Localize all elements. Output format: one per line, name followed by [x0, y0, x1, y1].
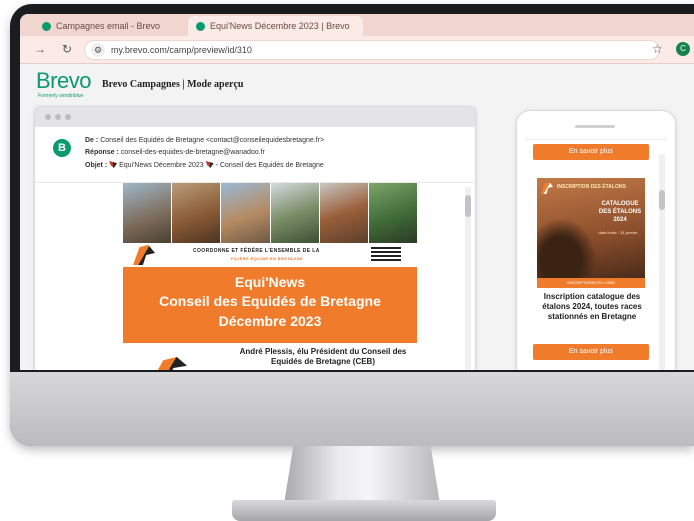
from-label: De :: [85, 137, 99, 144]
forward-arrow-icon[interactable]: →: [34, 42, 46, 56]
scrollbar-thumb[interactable]: [659, 190, 665, 210]
subject-suffix: - Conseil des Equidés de Bretagne: [215, 162, 324, 169]
email-body: COORDONNE ET FÉDÈRE L'ENSEMBLE DE LA FIL…: [123, 183, 418, 370]
reply-label: Réponse :: [85, 149, 119, 156]
mobile-screen: En savoir plus INSCRIPTION DES ÉTALONS C…: [525, 139, 667, 370]
brevo-favicon-icon: [196, 22, 205, 31]
catalogue-title: CATALOGUE DES ÉTALONS 2024: [598, 201, 642, 223]
browser-tab-strip: Campagnes email - Brevo Equi'News Décemb…: [20, 14, 694, 36]
brevo-favicon-icon: [42, 22, 51, 31]
banner-photo: [368, 183, 418, 243]
breton-flag-icon: [371, 247, 401, 263]
monitor-base: [232, 500, 496, 521]
brevo-logo[interactable]: Brevo: [36, 68, 91, 94]
ceb-logo-band: COORDONNE ET FÉDÈRE L'ENSEMBLE DE LA FIL…: [123, 243, 417, 267]
browser-tab-campaigns[interactable]: Campagnes email - Brevo: [34, 16, 184, 36]
app-header: Brevo Formerly sendinblue Brevo Campagne…: [20, 64, 694, 106]
desktop-preview-window: B De : Conseil des Equidés de Bretagne <…: [34, 106, 476, 370]
banner-photo: [172, 183, 222, 243]
news-item: André Plessis, élu Président du Conseil …: [123, 343, 417, 370]
banner-photo: [123, 183, 173, 243]
window-dot-icon: [55, 114, 61, 120]
monitor-screen: Campagnes email - Brevo Equi'News Décemb…: [20, 14, 694, 370]
banner-photo: [221, 183, 271, 243]
scrollbar-thumb[interactable]: [465, 195, 471, 217]
catalogue-head: INSCRIPTION DES ÉTALONS: [557, 184, 626, 190]
title-line-3: Décembre 2023: [218, 313, 322, 329]
ceb-horse-logo-icon: [541, 182, 553, 194]
monitor-stand: [284, 446, 440, 504]
desktop-scrollbar[interactable]: [465, 187, 471, 370]
email-reply-to: Réponse : conseil-des-equides-de-bretagn…: [85, 149, 265, 156]
tab-label: Campagnes email - Brevo: [56, 21, 161, 31]
email-content-area: COORDONNE ET FÉDÈRE L'ENSEMBLE DE LA FIL…: [35, 183, 475, 370]
catalogue-image: INSCRIPTION DES ÉTALONS CATALOGUE DES ÉT…: [537, 178, 645, 288]
read-more-button[interactable]: En savoir plus: [533, 144, 649, 160]
reply-value: conseil-des-equides-de-bretagne@wanadoo.…: [120, 149, 265, 156]
email-from: De : Conseil des Equidés de Bretagne <co…: [85, 137, 324, 144]
ceb-tagline-2: FILIÈRE ÉQUINE EN BRETAGNE: [231, 256, 304, 261]
from-value: Conseil des Equidés de Bretagne <contact…: [100, 137, 325, 144]
catalogue-foot: INSCRIPTIONS EN LIGNE: [537, 278, 645, 288]
monitor-chin: [10, 372, 694, 446]
title-line-1: Equi'News: [234, 274, 306, 290]
profile-avatar[interactable]: C: [676, 42, 690, 56]
read-more-button[interactable]: En savoir plus: [533, 344, 649, 360]
ceb-tagline: COORDONNE ET FÉDÈRE L'ENSEMBLE DE LA: [193, 248, 320, 254]
photo-banner: [123, 183, 418, 243]
ceb-horse-logo-icon: [133, 245, 155, 265]
title-line-2: Conseil des Equidés de Bretagne: [159, 293, 381, 309]
bookmark-star-icon[interactable]: ☆: [652, 42, 663, 56]
email-subject: Objet : Equi'News Décembre 2023 - Consei…: [85, 161, 324, 169]
horse-emoji-icon: [109, 161, 118, 168]
page-title: Brevo Campagnes | Mode aperçu: [102, 79, 244, 90]
ceb-horse-logo-icon: [153, 357, 187, 370]
address-bar[interactable]: ⚙ my.brevo.com/camp/preview/id/310: [84, 40, 660, 60]
browser-tab-preview[interactable]: Equi'News Décembre 2023 | Brevo: [188, 16, 363, 36]
subject-label: Objet :: [85, 162, 108, 169]
email-header: B De : Conseil des Equidés de Bretagne <…: [35, 127, 475, 183]
reload-icon[interactable]: ↻: [62, 42, 72, 56]
catalogue-dates: date limite : 31 janvier: [598, 230, 638, 235]
sender-avatar: B: [53, 139, 71, 157]
news-title: André Plessis, élu Président du Conseil …: [239, 347, 407, 366]
mobile-preview: En savoir plus INSCRIPTION DES ÉTALONS C…: [516, 110, 676, 370]
banner-photo: [270, 183, 320, 243]
brevo-logo-subtitle: Formerly sendinblue: [38, 93, 84, 99]
monitor-frame: Campagnes email - Brevo Equi'News Décemb…: [10, 4, 694, 446]
browser-toolbar: → ↻ ⚙ my.brevo.com/camp/preview/id/310 ☆…: [20, 36, 694, 64]
window-titlebar: [35, 107, 475, 127]
subject-value: Equi'News Décembre 2023: [119, 162, 204, 169]
banner-photo: [319, 183, 369, 243]
tab-label: Equi'News Décembre 2023 | Brevo: [210, 21, 350, 31]
horse-emoji-icon: [205, 161, 214, 168]
newsletter-title: Equi'News Conseil des Equidés de Bretagn…: [123, 273, 417, 331]
mobile-scrollbar[interactable]: [659, 154, 665, 370]
url-text: my.brevo.com/camp/preview/id/310: [111, 45, 252, 55]
window-dot-icon: [65, 114, 71, 120]
window-dot-icon: [45, 114, 51, 120]
site-settings-icon[interactable]: ⚙: [91, 43, 105, 57]
phone-speaker: [575, 125, 615, 128]
catalogue-caption: Inscription catalogue des étalons 2024, …: [542, 292, 642, 321]
